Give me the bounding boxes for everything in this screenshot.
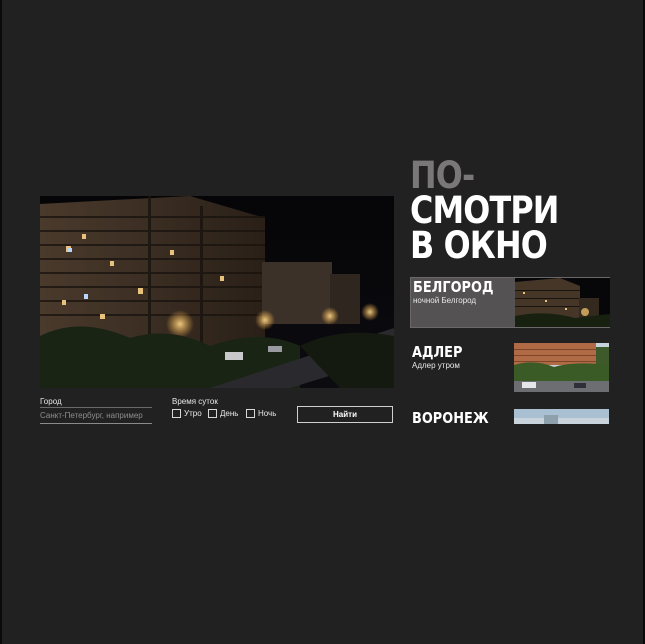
city-thumbnail xyxy=(515,278,610,327)
day-label: День xyxy=(220,409,239,418)
option-morning[interactable]: Утро xyxy=(172,409,202,418)
main-window-photo xyxy=(40,196,394,388)
city-name: БЕЛГОРОД xyxy=(413,278,494,296)
city-card-voronezh[interactable]: ВОРОНЕЖ xyxy=(410,409,610,424)
day-checkbox[interactable] xyxy=(208,409,217,418)
city-name: ВОРОНЕЖ xyxy=(412,409,489,424)
left-edge xyxy=(0,0,2,644)
morning-label: Утро xyxy=(184,409,202,418)
city-card-belgorod[interactable]: БЕЛГОРОД ночной Белгород xyxy=(410,277,610,328)
time-of-day-label: Время суток xyxy=(172,397,218,406)
city-thumbnail xyxy=(514,343,609,392)
city-caption: Адлер утром xyxy=(412,361,460,370)
option-day[interactable]: День xyxy=(208,409,238,418)
night-checkbox[interactable] xyxy=(246,409,255,418)
morning-checkbox[interactable] xyxy=(172,409,181,418)
night-label: Ночь xyxy=(258,409,277,418)
site-title-line-3: В ОКНО xyxy=(410,224,548,267)
city-input[interactable] xyxy=(40,408,152,424)
city-thumbnail xyxy=(514,409,609,424)
search-button[interactable]: Найти xyxy=(297,406,393,423)
city-caption: ночной Белгород xyxy=(413,296,477,305)
city-name: АДЛЕР xyxy=(412,343,463,361)
option-night[interactable]: Ночь xyxy=(246,409,276,418)
city-card-adler[interactable]: АДЛЕР Адлер утром xyxy=(410,343,610,394)
city-label: Город xyxy=(40,397,62,406)
